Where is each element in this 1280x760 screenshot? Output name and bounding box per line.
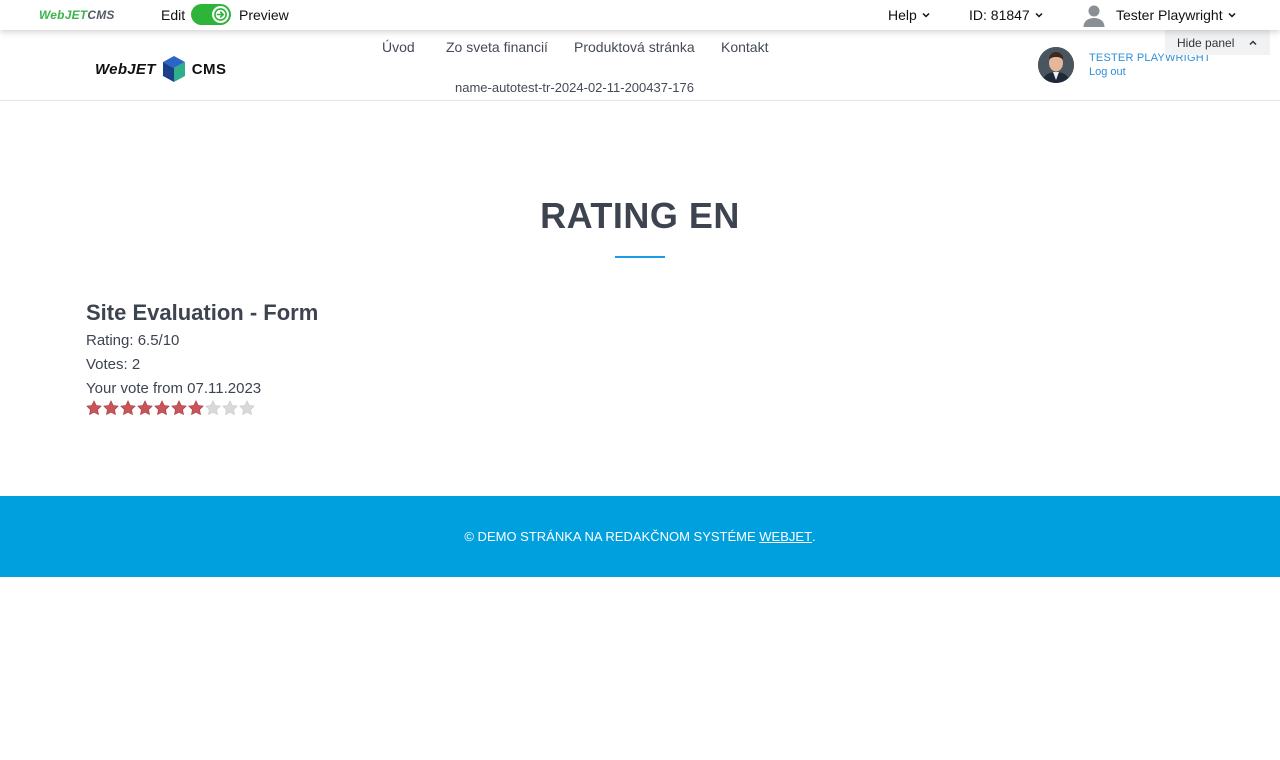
nav-item-kontakt[interactable]: Kontakt: [721, 39, 768, 55]
star-filled-icon[interactable]: [86, 400, 102, 416]
star-filled-icon[interactable]: [120, 400, 136, 416]
help-menu[interactable]: Help: [888, 7, 931, 23]
page-id-menu[interactable]: ID: 81847: [969, 7, 1044, 23]
rating-value: Rating: 6.5/10: [86, 332, 180, 349]
preview-mode-label[interactable]: Preview: [239, 7, 289, 23]
chevron-up-icon: [1249, 39, 1257, 45]
arrow-right-icon: [212, 6, 229, 23]
site-logo-cms: CMS: [191, 60, 227, 78]
nav-item-uvod[interactable]: Úvod: [382, 39, 415, 55]
title-underline: [615, 256, 665, 258]
star-empty-icon[interactable]: [205, 400, 221, 416]
star-empty-icon[interactable]: [239, 400, 255, 416]
edit-mode-label[interactable]: Edit: [161, 7, 185, 23]
rating-form-title: Site Evaluation - Form: [86, 300, 319, 325]
site-logo[interactable]: WebJET CMS: [95, 55, 227, 83]
votes-count: Votes: 2: [86, 356, 141, 373]
star-filled-icon[interactable]: [137, 400, 153, 416]
help-menu-label: Help: [888, 7, 917, 23]
site-header: WebJET CMS Úvod Zo sveta financií Produk…: [0, 30, 1280, 101]
hide-panel-label: Hide panel: [1177, 35, 1235, 50]
logout-link[interactable]: Log out: [1089, 66, 1126, 78]
webjet-cube-icon: [162, 56, 185, 82]
user-menu[interactable]: Tester Playwright: [1116, 7, 1237, 23]
hide-panel-button[interactable]: Hide panel: [1165, 30, 1270, 55]
your-vote-date: Your vote from 07.11.2023: [86, 380, 262, 397]
user-menu-label: Tester Playwright: [1116, 7, 1223, 23]
nav-item-autotest-page[interactable]: name-autotest-tr-2024-02-11-200437-176: [455, 80, 694, 95]
admin-logo-part2: CMS: [87, 8, 115, 22]
chevron-down-icon: [922, 12, 930, 18]
footer-webjet-link[interactable]: WEBJET: [759, 529, 812, 544]
star-filled-icon[interactable]: [154, 400, 170, 416]
page-id-label: ID: 81847: [969, 7, 1030, 23]
nav-item-produktova-stranka[interactable]: Produktová stránka: [574, 39, 695, 55]
chevron-down-icon: [1035, 12, 1043, 18]
star-empty-icon[interactable]: [222, 400, 238, 416]
footer-suffix: .: [812, 529, 816, 544]
star-filled-icon[interactable]: [171, 400, 187, 416]
webjet-admin-logo[interactable]: WebJETCMS: [39, 8, 115, 22]
edit-preview-toggle[interactable]: [191, 4, 231, 25]
star-filled-icon[interactable]: [103, 400, 119, 416]
star-rating[interactable]: [86, 400, 255, 416]
site-logo-word: WebJET: [95, 60, 156, 78]
star-filled-icon[interactable]: [188, 400, 204, 416]
footer-text: © DEMO STRÁNKA NA REDAKČNOM SYSTÉME: [464, 529, 756, 544]
admin-toolbar: WebJETCMS Edit Preview Help ID: 81847 Te…: [0, 0, 1280, 30]
chevron-down-icon: [1228, 12, 1236, 18]
avatar[interactable]: [1038, 47, 1074, 83]
site-footer: © DEMO STRÁNKA NA REDAKČNOM SYSTÉME WEBJ…: [0, 496, 1280, 577]
page-title: RATING EN: [540, 195, 740, 236]
user-icon[interactable]: [1082, 3, 1106, 27]
admin-logo-part1: WebJET: [39, 8, 88, 22]
nav-item-zo-sveta-financii[interactable]: Zo sveta financií: [446, 39, 548, 55]
